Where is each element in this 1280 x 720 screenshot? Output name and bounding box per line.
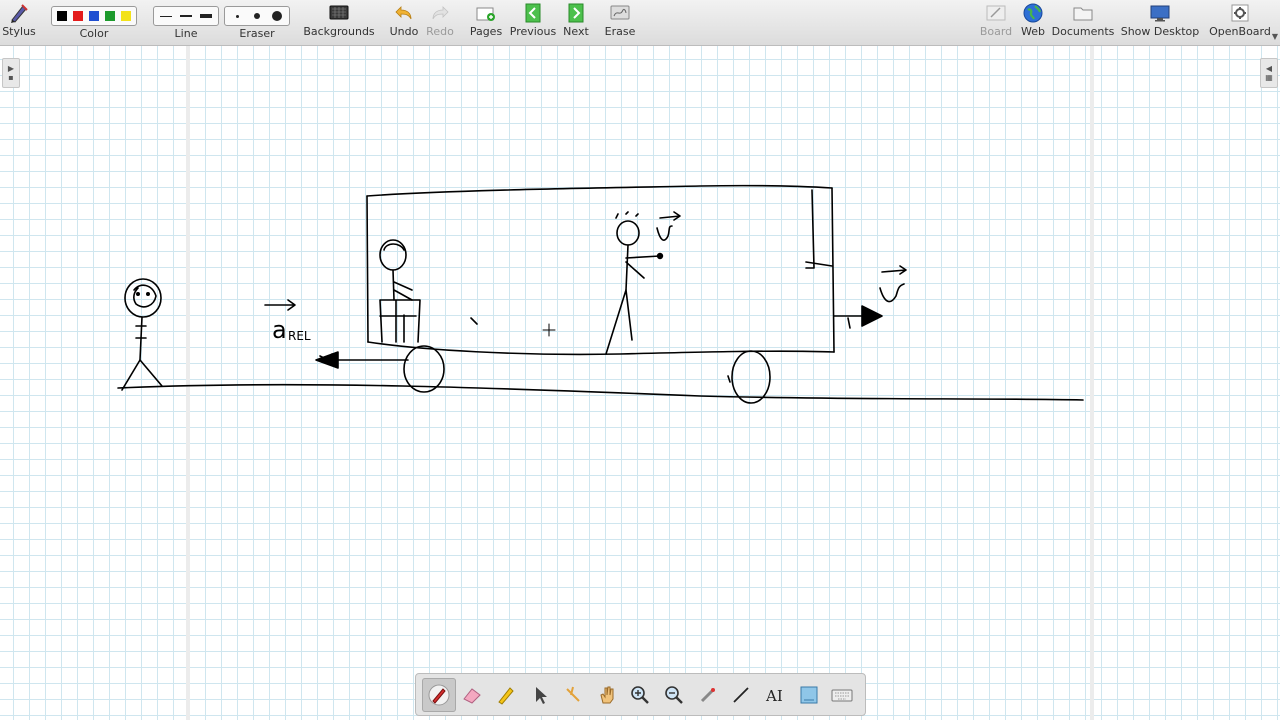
laser-pointer-tool-button[interactable]: [691, 678, 725, 712]
velocity-vector-inside: [656, 211, 681, 241]
wheel-right: [731, 350, 771, 404]
annotation-a: a: [272, 316, 287, 344]
wagon-body: [366, 184, 835, 356]
seated-person: [379, 239, 421, 343]
ink-drawing: a REL: [117, 184, 1084, 404]
svg-text:AI: AI: [765, 687, 783, 705]
tool-palette: AI: [415, 673, 866, 716]
laser-pointer-icon: [700, 687, 715, 702]
annotation-a-subscript: REL: [288, 329, 311, 343]
wheel-left: [403, 345, 445, 393]
play-tool-button[interactable]: [556, 678, 590, 712]
zoom-out-icon: [665, 685, 683, 704]
marker-tool-button[interactable]: [489, 678, 523, 712]
capture-icon: [800, 686, 817, 703]
text-icon: AI: [765, 687, 783, 705]
observer-figure: [121, 278, 163, 391]
line-icon: [733, 686, 749, 703]
eraser-tool-button[interactable]: [456, 678, 490, 712]
line-tool-button[interactable]: [724, 678, 758, 712]
selector-icon: [535, 686, 547, 704]
marker-icon: [498, 686, 514, 705]
zoom-in-tool-button[interactable]: [624, 678, 658, 712]
standing-person: [605, 211, 664, 355]
keyboard-tool-button[interactable]: [825, 678, 859, 712]
capture-tool-button[interactable]: [792, 678, 826, 712]
zoom-out-tool-button[interactable]: [657, 678, 691, 712]
ground-line: [117, 383, 1084, 401]
eraser-icon: [463, 687, 482, 704]
velocity-vector-outside: [833, 265, 907, 329]
selector-tool-button[interactable]: [523, 678, 557, 712]
play-icon: [566, 686, 580, 702]
cursor-crosshair: [542, 323, 556, 337]
pen-icon: [428, 684, 450, 705]
text-tool-button[interactable]: AI: [758, 678, 792, 712]
keyboard-icon: [831, 689, 853, 701]
zoom-in-icon: [631, 685, 650, 704]
hand-tool-button[interactable]: [590, 678, 624, 712]
pen-tool-button[interactable]: [422, 677, 456, 712]
hand-icon: [600, 686, 614, 703]
